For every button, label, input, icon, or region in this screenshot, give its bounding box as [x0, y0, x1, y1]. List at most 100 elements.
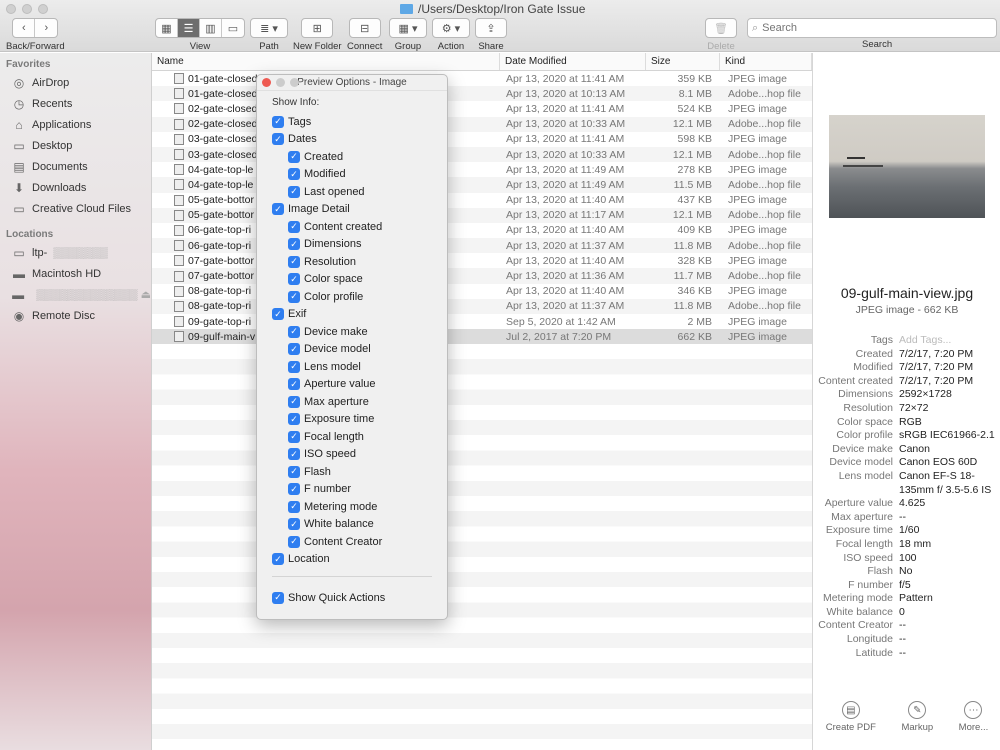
option-checkbox-content-creator[interactable]: ✓ Content Creator	[257, 533, 447, 551]
metadata-key: Dimensions	[838, 388, 893, 401]
list-view-button[interactable]: ☰	[178, 19, 200, 37]
table-row[interactable]: 08-gate-top-ri Apr 13, 2020 at 11:40 AM 34…	[152, 284, 812, 299]
more-button[interactable]: ⋯ More...	[959, 701, 988, 733]
table-row[interactable]: 03-gate-closed Apr 13, 2020 at 10:33 AM 12…	[152, 146, 812, 163]
option-checkbox-resolution[interactable]: ✓ Resolution	[257, 253, 447, 271]
share-button[interactable]: ⇪	[476, 19, 506, 37]
sidebar-item-applications[interactable]: ⌂ Applications	[0, 114, 151, 135]
table-row[interactable]: 07-gate-bottor Apr 13, 2020 at 11:40 AM 32…	[152, 253, 812, 268]
group-icon: ▦ ▾	[398, 22, 418, 35]
metadata-value: Pattern	[899, 592, 933, 605]
option-checkbox-device-model[interactable]: ✓ Device model	[257, 341, 447, 359]
add-tags-field[interactable]: Add Tags...	[899, 334, 995, 348]
option-checkbox-lens-model[interactable]: ✓ Lens model	[257, 358, 447, 376]
file-name: 05-gate-bottor	[188, 209, 254, 222]
size-cell: 11.8 MB	[673, 300, 712, 313]
name-column-header[interactable]: Name	[152, 53, 500, 70]
option-checkbox-content-created[interactable]: ✓ Content created	[257, 218, 447, 236]
show-quick-actions-checkbox[interactable]: ✓ Show Quick Actions	[257, 589, 447, 607]
sidebar-item-creative-cloud-files[interactable]: ▭ Creative Cloud Files	[0, 198, 151, 219]
option-checkbox-location[interactable]: ✓ Location	[257, 551, 447, 569]
table-row[interactable]: 03-gate-closed Apr 13, 2020 at 11:41 AM 59…	[152, 132, 812, 147]
option-checkbox-max-aperture[interactable]: ✓ Max aperture	[257, 393, 447, 411]
popup-close-button[interactable]	[262, 78, 271, 87]
kind-cell: Adobe...hop file	[728, 118, 801, 131]
sidebar-item-downloads[interactable]: ⬇ Downloads	[0, 177, 151, 198]
markup-button[interactable]: ✎ Markup	[901, 701, 933, 733]
table-row[interactable]: 01-gate-closed Apr 13, 2020 at 11:41 AM 35…	[152, 71, 812, 86]
option-checkbox-dates[interactable]: ✓ Dates	[257, 131, 447, 149]
popup-divider	[272, 576, 432, 577]
close-window-button[interactable]	[6, 4, 16, 14]
group-button[interactable]: ▦ ▾	[390, 19, 426, 37]
table-row[interactable]: 04-gate-top-le Apr 13, 2020 at 11:49 AM 27…	[152, 162, 812, 177]
table-row[interactable]: 01-gate-closed Apr 13, 2020 at 10:13 AM 8.…	[152, 86, 812, 102]
sidebar-location-2[interactable]: ▬ ▒▒▒▒▒▒▒▒▒▒▒▒▒ ⏏	[0, 284, 151, 305]
table-row[interactable]: 05-gate-bottor Apr 13, 2020 at 11:40 AM 43…	[152, 193, 812, 208]
column-view-button[interactable]: ▥	[200, 19, 222, 37]
option-checkbox-exposure-time[interactable]: ✓ Exposure time	[257, 411, 447, 429]
option-checkbox-tags[interactable]: ✓ Tags	[257, 113, 447, 131]
search-input[interactable]	[762, 22, 963, 34]
sidebar-location-0[interactable]: ▭ ltp- ▒▒▒▒▒▒▒	[0, 242, 151, 263]
date-column-header[interactable]: Date Modified	[500, 53, 646, 70]
option-checkbox-aperture-value[interactable]: ✓ Aperture value	[257, 376, 447, 394]
table-row[interactable]: 06-gate-top-ri Apr 13, 2020 at 11:37 AM 11…	[152, 238, 812, 254]
option-checkbox-created[interactable]: ✓ Created	[257, 148, 447, 166]
sidebar-item-documents[interactable]: ▤ Documents	[0, 156, 151, 177]
sidebar-location-1[interactable]: ▬ Macintosh HD	[0, 263, 151, 284]
table-row[interactable]: 08-gate-top-ri Apr 13, 2020 at 11:37 AM 11…	[152, 298, 812, 314]
metadata-value: 7/2/17, 7:20 PM	[899, 374, 974, 387]
option-checkbox-dimensions[interactable]: ✓ Dimensions	[257, 236, 447, 254]
new-folder-button[interactable]: ⊞	[302, 19, 332, 37]
table-row[interactable]: 06-gate-top-ri Apr 13, 2020 at 11:40 AM 40…	[152, 223, 812, 238]
option-checkbox-color-space[interactable]: ✓ Color space	[257, 271, 447, 289]
table-row[interactable]: 07-gate-bottor Apr 13, 2020 at 11:36 AM 11…	[152, 268, 812, 284]
table-row[interactable]: 02-gate-closed Apr 13, 2020 at 10:33 AM 12…	[152, 116, 812, 132]
metadata-value: 72×72	[899, 401, 929, 414]
option-checkbox-metering-mode[interactable]: ✓ Metering mode	[257, 498, 447, 516]
back-button[interactable]: ‹	[13, 19, 36, 37]
popup-minimize-button[interactable]	[276, 78, 285, 87]
minimize-window-button[interactable]	[22, 4, 32, 14]
option-checkbox-modified[interactable]: ✓ Modified	[257, 166, 447, 184]
zoom-window-button[interactable]	[38, 4, 48, 14]
search-field[interactable]: ⌕	[747, 18, 997, 38]
metadata-row: F number f/5	[813, 579, 1000, 593]
table-row[interactable]: 05-gate-bottor Apr 13, 2020 at 11:17 AM 12…	[152, 207, 812, 223]
sidebar-item-desktop[interactable]: ▭ Desktop	[0, 135, 151, 156]
icon-view-button[interactable]: ▦	[156, 19, 178, 37]
option-checkbox-color-profile[interactable]: ✓ Color profile	[257, 288, 447, 306]
checkbox-label: Content created	[304, 220, 383, 233]
option-checkbox-f-number[interactable]: ✓ F number	[257, 481, 447, 499]
metadata-key: Created	[855, 347, 893, 360]
table-row[interactable]: 04-gate-top-le Apr 13, 2020 at 11:49 AM 11…	[152, 177, 812, 193]
table-row[interactable]: 09-gulf-main-v Jul 2, 2017 at 7:20 PM 662 …	[152, 329, 812, 345]
option-checkbox-exif[interactable]: ✓ Exif	[257, 306, 447, 324]
sidebar-item-recents[interactable]: ◷ Recents	[0, 93, 151, 114]
popup-zoom-button[interactable]	[290, 78, 299, 87]
create-pdf-button[interactable]: ▤ Create PDF	[826, 701, 876, 733]
kind-column-header[interactable]: Kind	[720, 53, 812, 70]
table-row[interactable]: 02-gate-closed Apr 13, 2020 at 11:41 AM 52…	[152, 101, 812, 116]
option-checkbox-flash[interactable]: ✓ Flash	[257, 463, 447, 481]
option-checkbox-device-make[interactable]: ✓ Device make	[257, 323, 447, 341]
action-button[interactable]: ⚙ ▾	[433, 19, 469, 37]
option-checkbox-white-balance[interactable]: ✓ White balance	[257, 516, 447, 534]
sidebar-location-3[interactable]: ◉ Remote Disc	[0, 305, 151, 326]
option-checkbox-focal-length[interactable]: ✓ Focal length	[257, 428, 447, 446]
path-button[interactable]: ≣ ▾	[251, 19, 287, 37]
forward-button[interactable]: ›	[35, 19, 57, 37]
checkmark-icon: ✓	[288, 290, 300, 303]
option-checkbox-image-detail[interactable]: ✓ Image Detail	[257, 201, 447, 219]
gallery-view-button[interactable]: ▭	[222, 19, 244, 37]
option-checkbox-iso-speed[interactable]: ✓ ISO speed	[257, 446, 447, 464]
file-name: 05-gate-bottor	[188, 194, 254, 207]
sidebar-item-airdrop[interactable]: ◎ AirDrop	[0, 72, 151, 93]
delete-button[interactable]: 🗑	[706, 19, 736, 37]
option-checkbox-last-opened[interactable]: ✓ Last opened	[257, 183, 447, 201]
size-column-header[interactable]: Size	[646, 53, 720, 70]
connect-button[interactable]: ⊟	[350, 19, 380, 37]
table-row[interactable]: 09-gate-top-ri Sep 5, 2020 at 1:42 AM 2 MB…	[152, 314, 812, 329]
metadata-row: Created 7/2/17, 7:20 PM	[813, 348, 1000, 362]
